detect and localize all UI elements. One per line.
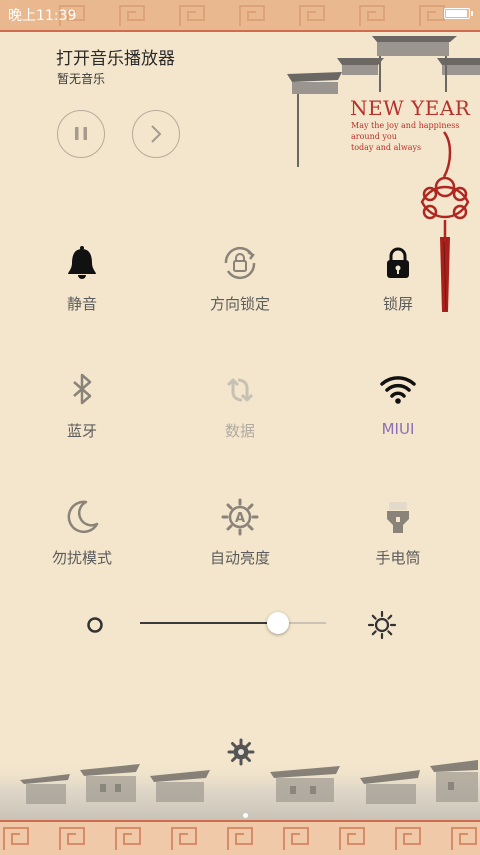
bottom-band (0, 820, 480, 855)
next-button[interactable] (132, 110, 180, 158)
brightness-slider-fill (140, 622, 278, 624)
gear-icon[interactable] (227, 738, 255, 766)
pause-icon (75, 127, 87, 140)
toggle-do-not-disturb-label: 勿扰模式 (51, 549, 112, 567)
data-icon (226, 378, 254, 402)
toggle-mute[interactable]: 静音 (12, 243, 152, 333)
wifi-icon (380, 376, 416, 404)
toggle-lock-screen[interactable]: 锁屏 (328, 243, 468, 333)
pause-button[interactable] (57, 110, 105, 158)
toggle-bluetooth[interactable]: 蓝牙 (12, 370, 152, 460)
toggle-wifi[interactable]: MIUI (328, 370, 468, 460)
lock-icon (387, 247, 409, 278)
battery-fill (446, 10, 467, 17)
brightness-slider-thumb[interactable] (266, 612, 289, 634)
toggle-do-not-disturb[interactable]: 勿扰模式 (12, 497, 152, 587)
music-title[interactable]: 打开音乐播放器 (56, 44, 175, 69)
toggle-auto-brightness-label: 自动亮度 (209, 549, 270, 567)
music-subtitle: 暂无音乐 (57, 72, 106, 86)
brightness-slider[interactable] (140, 612, 326, 634)
banner-line-2: around you (351, 132, 397, 141)
toggle-lock-screen-label: 锁屏 (382, 295, 413, 313)
status-bar: 晚上11:39 (0, 0, 480, 32)
banner-line-1: May the joy and happiness (351, 121, 460, 130)
flashlight-icon (387, 502, 409, 533)
toggle-data[interactable]: 数据 (170, 370, 310, 460)
toggle-auto-brightness[interactable]: A 自动亮度 (170, 497, 310, 587)
bluetooth-icon (73, 373, 92, 405)
page-indicator (243, 813, 248, 818)
bottom-band-pattern (3, 827, 477, 850)
toggle-mute-label: 静音 (66, 295, 97, 313)
brightness-high-icon (367, 610, 397, 640)
battery-nub (471, 11, 473, 16)
toggle-flashlight[interactable]: 手电筒 (328, 497, 468, 587)
moon-icon (67, 500, 99, 534)
svg-text:A: A (235, 511, 245, 526)
toggle-rotation-lock-label: 方向锁定 (209, 295, 270, 313)
toggle-rotation-lock[interactable]: 方向锁定 (170, 243, 310, 333)
toggle-data-label: 数据 (224, 422, 255, 440)
brightness-low-icon (87, 617, 103, 633)
banner-line-3: today and always (351, 143, 422, 152)
chevron-right-icon (151, 125, 162, 143)
toggle-flashlight-label: 手电筒 (375, 549, 421, 567)
battery-icon (444, 8, 473, 19)
rotation-lock-icon (224, 246, 256, 280)
status-time: 晚上11:39 (8, 8, 77, 24)
auto-brightness-icon: A (221, 498, 259, 536)
toggle-bluetooth-label: 蓝牙 (66, 422, 97, 440)
bell-icon (68, 246, 96, 279)
toggle-wifi-label: MIUI (381, 420, 415, 438)
banner-title: NEW YEAR (350, 96, 471, 120)
